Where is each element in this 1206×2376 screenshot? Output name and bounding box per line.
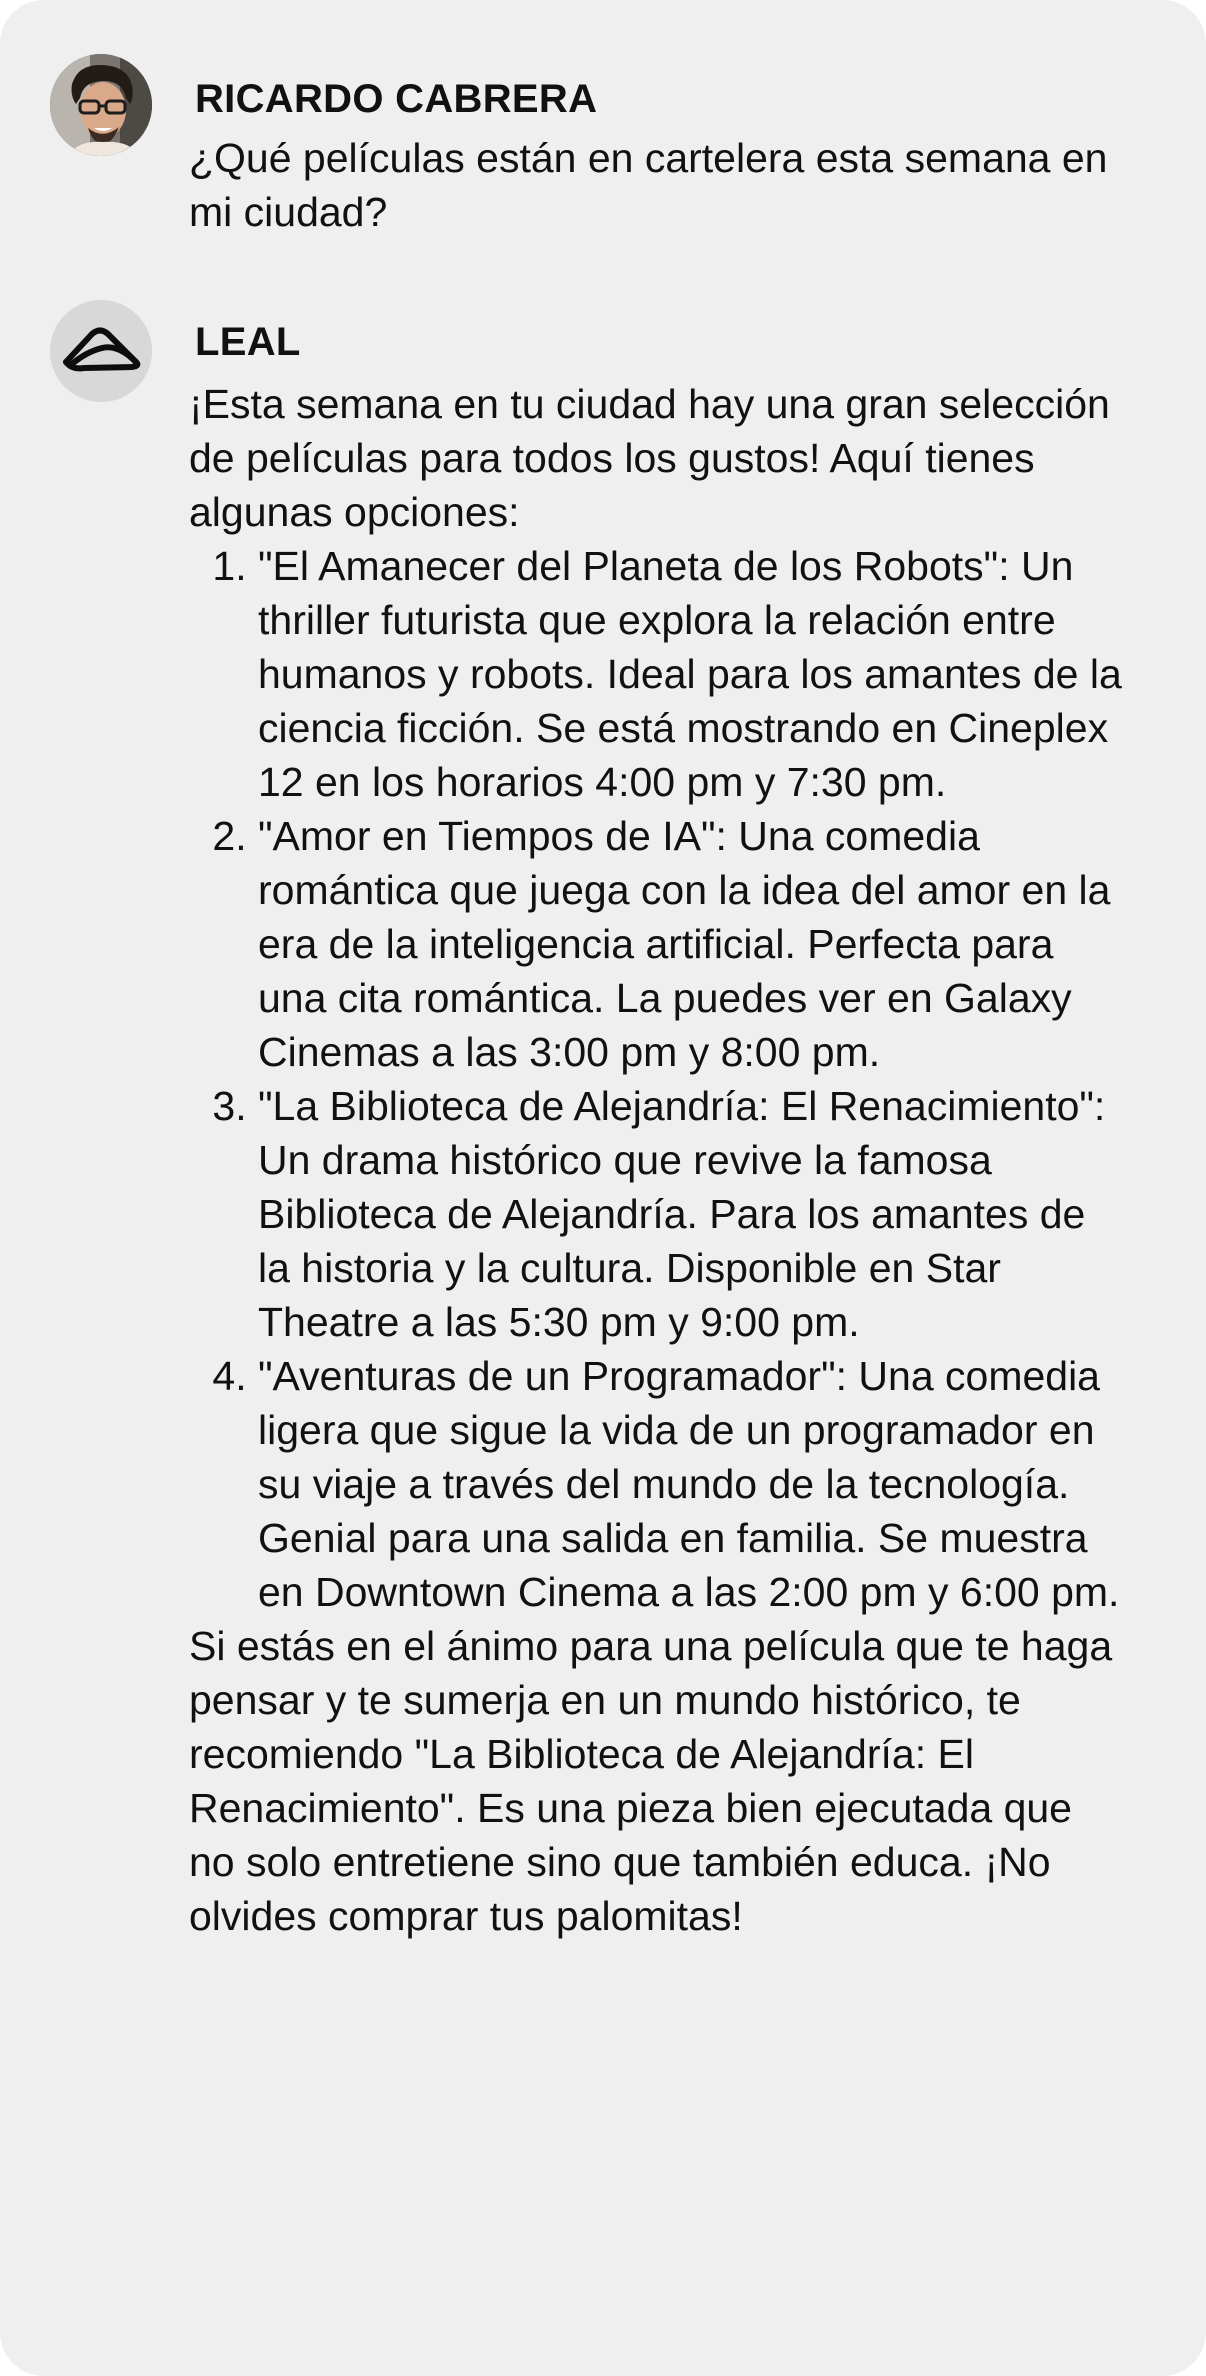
assistant-sender-name: LEAL bbox=[195, 320, 301, 364]
movie-list: "El Amanecer del Planeta de los Robots":… bbox=[189, 539, 1124, 1619]
movie-list-item: "Aventuras de un Programador": Una comed… bbox=[258, 1349, 1124, 1619]
assistant-message-text: ¡Esta semana en tu ciudad hay una gran s… bbox=[189, 377, 1124, 1943]
leal-logo-icon bbox=[50, 300, 152, 402]
user-message-text: ¿Qué películas están en cartelera esta s… bbox=[189, 131, 1124, 239]
assistant-intro: ¡Esta semana en tu ciudad hay una gran s… bbox=[189, 381, 1110, 535]
assistant-avatar bbox=[50, 300, 152, 402]
user-sender-name: RICARDO CABRERA bbox=[195, 77, 598, 121]
movie-list-item: "La Biblioteca de Alejandría: El Renacim… bbox=[258, 1079, 1124, 1349]
chat-conversation: RICARDO CABRERA ¿Qué películas están en … bbox=[0, 0, 1206, 2376]
movie-list-item: "Amor en Tiempos de IA": Una comedia rom… bbox=[258, 809, 1124, 1079]
user-message-paragraph: ¿Qué películas están en cartelera esta s… bbox=[189, 135, 1108, 235]
movie-list-item: "El Amanecer del Planeta de los Robots":… bbox=[258, 539, 1124, 809]
user-avatar bbox=[50, 54, 152, 156]
assistant-closing: Si estás en el ánimo para una película q… bbox=[189, 1623, 1113, 1939]
user-photo-icon bbox=[50, 54, 152, 156]
